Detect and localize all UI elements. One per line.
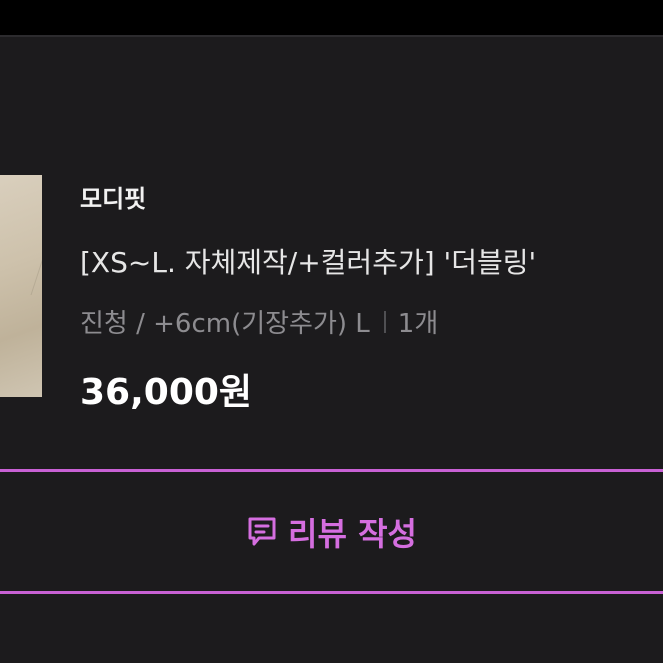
order-item-card: 모디핏 [XS~L. 자체제작/+컬러추가] '더블링' 진청 / +6cm(기… — [0, 35, 663, 663]
quantity-text: 1개 — [397, 309, 439, 339]
product-option: 진청 / +6cm(기장추가) L 1개 — [80, 303, 438, 340]
option-divider — [383, 310, 386, 333]
write-review-button[interactable]: 리뷰 작성 — [0, 469, 663, 594]
brand-name[interactable]: 모디핏 — [80, 179, 146, 214]
write-review-label: 리뷰 작성 — [288, 514, 417, 553]
chat-bubble-icon — [248, 517, 276, 545]
product-price: 36,000원 — [80, 372, 253, 413]
option-text: 진청 / +6cm(기장추가) L — [80, 309, 370, 339]
product-thumbnail[interactable] — [0, 175, 42, 397]
product-thumbnail-detail — [0, 175, 42, 295]
product-title[interactable]: [XS~L. 자체제작/+컬러추가] '더블링' — [80, 241, 663, 281]
